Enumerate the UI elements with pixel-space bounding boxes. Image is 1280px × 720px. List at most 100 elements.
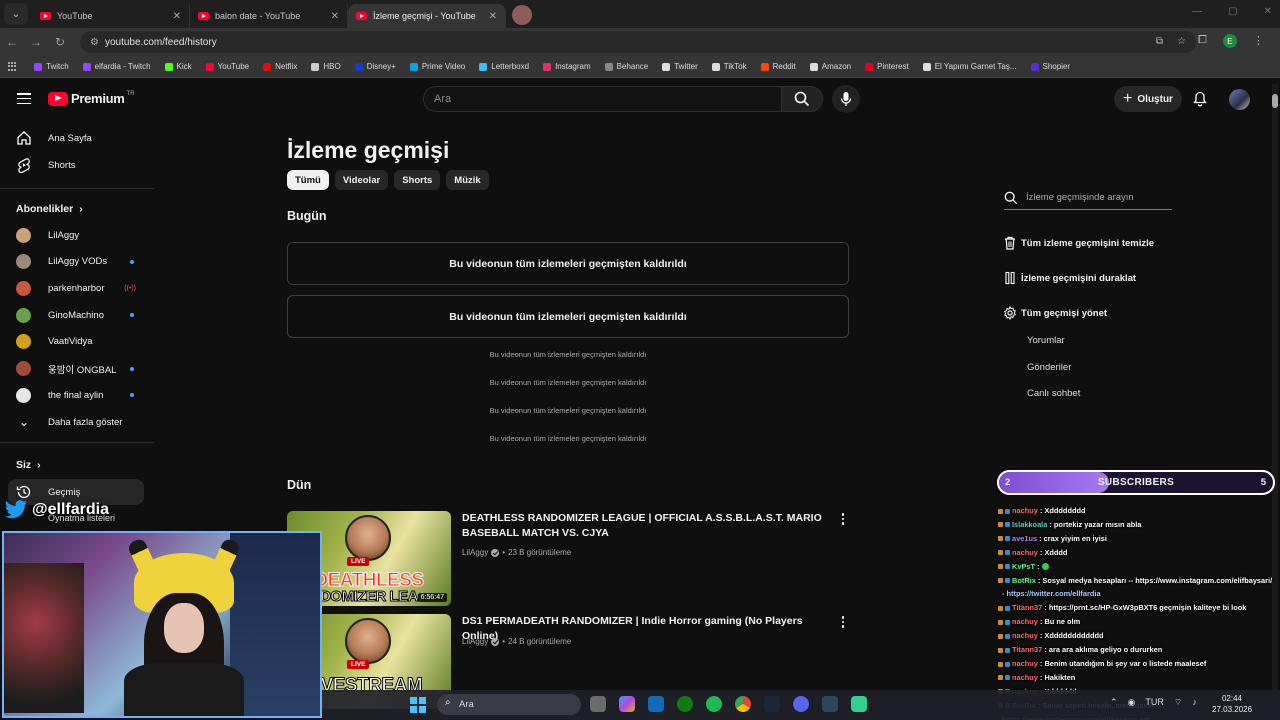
history-sub-posts[interactable]: Gönderiler [1027, 362, 1071, 373]
youtube-premium-logo[interactable]: Premium TR [48, 91, 135, 106]
history-search-input[interactable]: İzleme geçmişinde arayın [1004, 186, 1172, 210]
bookmark-item[interactable]: Netflix [263, 62, 297, 71]
close-tab-icon[interactable]: ✕ [489, 11, 497, 22]
minimize-icon[interactable]: — [1192, 6, 1202, 17]
menu-icon[interactable] [17, 93, 31, 104]
bookmark-item[interactable]: HBO [311, 62, 341, 71]
bookmark-item[interactable]: Prime Video [409, 62, 465, 71]
bookmark-star-icon[interactable]: ☆ [1177, 36, 1186, 47]
close-tab-icon[interactable]: ✕ [173, 11, 181, 22]
android-app-icon[interactable] [851, 696, 867, 712]
bookmark-item[interactable]: Instagram [543, 62, 591, 71]
channel-name[interactable]: LilAggy [462, 637, 488, 646]
chat-badge-icon [998, 605, 1003, 611]
bookmark-item[interactable]: Shopier [1030, 62, 1070, 71]
account-avatar[interactable] [1229, 89, 1250, 110]
browser-tab-youtube[interactable]: YouTube ✕ [32, 4, 190, 28]
you-heading[interactable]: Siz › [16, 459, 41, 471]
wifi-icon[interactable]: ⌔ [1174, 697, 1182, 708]
url-field[interactable]: ⚙ youtube.com/feed/history ⧉ ☆ [80, 31, 1196, 53]
profile-avatar[interactable]: E [1222, 34, 1237, 48]
bookmark-item[interactable]: elfardia - Twitch [82, 62, 151, 71]
subscriptions-heading[interactable]: Abonelikler › [16, 203, 83, 215]
bookmark-item[interactable]: YouTube [205, 62, 249, 71]
bookmark-item[interactable]: Letterboxd [479, 62, 529, 71]
chip-shorts[interactable]: Shorts [394, 170, 441, 190]
task-view-icon[interactable] [590, 696, 606, 712]
tab-search-button[interactable]: ⌄ [4, 3, 28, 25]
sidebar-subscription-item[interactable]: LilAggy [8, 222, 144, 248]
chrome-icon[interactable] [735, 696, 751, 712]
bookmark-item[interactable]: El Yapımı Garnet Taş... [922, 62, 1017, 71]
taskbar-search-input[interactable]: ⌕ Ara [437, 694, 581, 715]
notifications-bell-icon[interactable] [1193, 91, 1207, 107]
browser-tab-balon-date[interactable]: balon date - YouTube ✕ [190, 4, 348, 28]
sidebar-item-shorts[interactable]: Shorts [8, 152, 144, 178]
spotify-icon[interactable] [706, 696, 722, 712]
outlook-icon[interactable] [648, 696, 664, 712]
history-sub-comments[interactable]: Yorumlar [1027, 335, 1065, 346]
new-tab-button[interactable] [512, 5, 532, 25]
video-title[interactable]: DEATHLESS RANDOMIZER LEAGUE | OFFICIAL A… [462, 511, 822, 541]
channel-name[interactable]: LilAggy [462, 548, 488, 557]
tray-app-icon[interactable]: ◉ [1128, 697, 1136, 708]
scrollbar-thumb[interactable] [1272, 94, 1278, 108]
browser-tab-bar: ⌄ YouTube ✕ balon date - YouTube ✕ İzlem… [0, 0, 1280, 28]
bookmark-item[interactable]: Reddit [760, 62, 796, 71]
extensions-icon[interactable]: ⧠ [1198, 34, 1207, 48]
site-info-icon[interactable]: ⚙ [90, 37, 99, 48]
bookmark-item[interactable]: Disney+ [354, 62, 396, 71]
show-more-button[interactable]: ⌄ Daha fazla göster [8, 409, 144, 435]
forward-icon[interactable]: → [24, 35, 48, 49]
chip-all[interactable]: Tümü [287, 170, 329, 190]
chip-videos[interactable]: Videolar [334, 170, 389, 190]
maximize-icon[interactable]: ▢ [1228, 6, 1237, 17]
bookmark-item[interactable]: Twitter [662, 62, 698, 71]
sidebar-subscription-item[interactable]: 웅밤이 ONGBAL [8, 356, 144, 382]
more-actions-icon[interactable] [840, 616, 846, 628]
bookmark-item[interactable]: Twitch [34, 62, 69, 71]
xbox-icon[interactable] [677, 696, 693, 712]
sidebar-subscription-item[interactable]: parkenharbor ((•)) [8, 275, 144, 301]
sidebar-item-home[interactable]: Ana Sayfa [8, 125, 144, 151]
sidebar-subscription-item[interactable]: LilAggy VODs [8, 249, 144, 275]
reload-icon[interactable]: ↻ [48, 35, 72, 49]
chat-badge-icon [998, 675, 1003, 681]
sidebar-subscription-item[interactable]: the final aylin [8, 382, 144, 408]
back-icon[interactable]: ← [0, 35, 24, 49]
windows-start-icon[interactable] [410, 697, 426, 713]
video-item[interactable]: LIVE DEATHLESS DOMIZER LEA 6:56:47 DEATH… [287, 511, 849, 606]
volume-icon[interactable]: ♪ [1192, 697, 1197, 708]
clear-history-button[interactable]: Tüm izleme geçmişini temizle [1003, 236, 1154, 250]
voice-search-button[interactable] [832, 85, 860, 113]
install-icon[interactable]: ⧉ [1156, 36, 1163, 47]
search-button[interactable] [781, 86, 823, 112]
discord-icon[interactable] [793, 696, 809, 712]
chip-music[interactable]: Müzik [446, 170, 489, 190]
create-button[interactable]: + Oluştur [1114, 86, 1182, 112]
history-sub-live-chat[interactable]: Canlı sohbet [1027, 388, 1080, 399]
bookmark-item[interactable]: Behance [604, 62, 648, 71]
close-window-icon[interactable]: ✕ [1264, 6, 1272, 17]
apps-grid-icon[interactable] [8, 61, 18, 72]
sidebar-subscription-item[interactable]: VaatiVidya [8, 329, 144, 355]
browser-menu-icon[interactable]: ⋮ [1253, 34, 1264, 48]
language-indicator[interactable]: TUR [1145, 697, 1164, 708]
taskbar-clock[interactable]: 02:44 27.03.2026 [1212, 693, 1252, 715]
steam-alt-icon[interactable] [822, 696, 838, 712]
notification-tray-icon[interactable]: ⌃ [1110, 697, 1118, 708]
bookmark-item[interactable]: TikTok [711, 62, 747, 71]
more-actions-icon[interactable] [840, 513, 846, 525]
browser-tab-history[interactable]: İzleme geçmişi - YouTube ✕ [348, 4, 506, 28]
bookmark-item[interactable]: Pinterest [865, 62, 909, 71]
sidebar-subscription-item[interactable]: GinoMachino [8, 302, 144, 328]
search-input[interactable]: Ara [423, 86, 781, 112]
manage-history-button[interactable]: Tüm geçmişi yönet [1003, 306, 1107, 320]
close-tab-icon[interactable]: ✕ [331, 11, 339, 22]
copilot-icon[interactable] [619, 696, 635, 712]
bookmark-item[interactable]: Amazon [809, 62, 851, 71]
bookmark-item[interactable]: Kick [164, 62, 192, 71]
steam-icon[interactable] [764, 696, 780, 712]
chat-badge-icon [1005, 633, 1010, 639]
pause-history-button[interactable]: İzleme geçmişini duraklat [1003, 271, 1136, 285]
